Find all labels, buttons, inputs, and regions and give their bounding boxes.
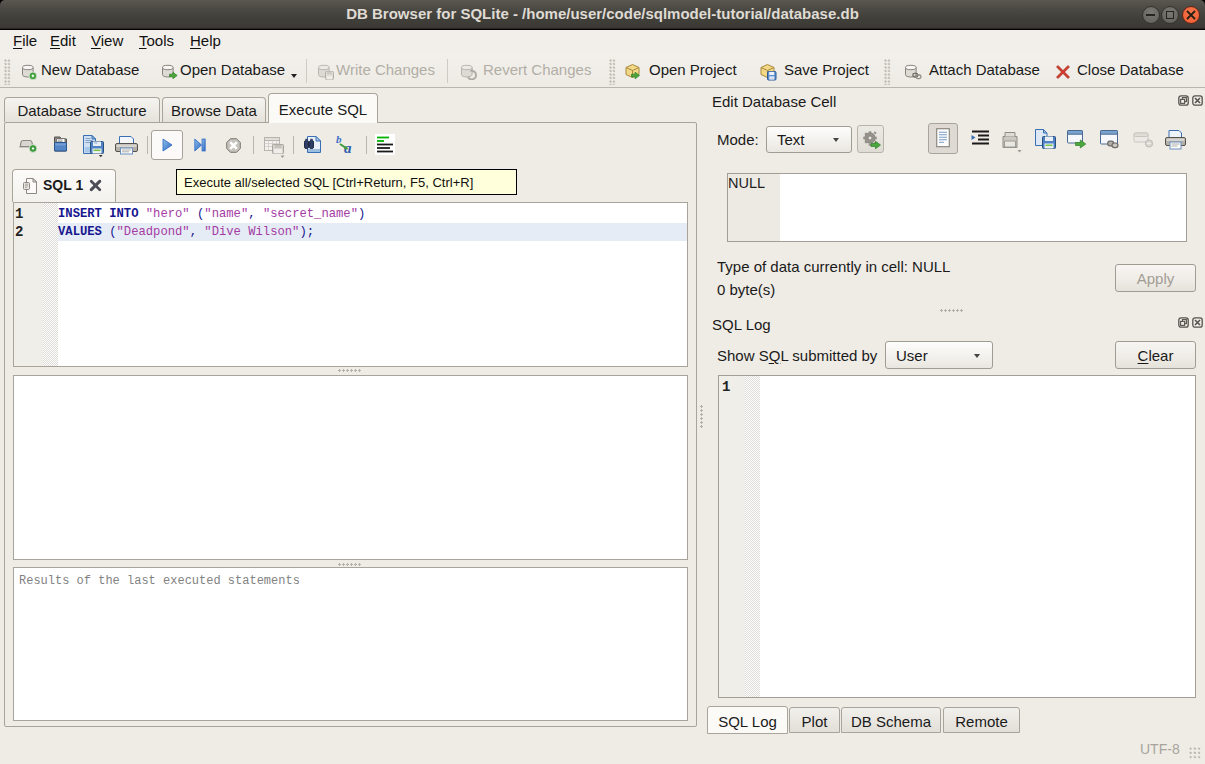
svg-text:b: b: [336, 134, 342, 145]
